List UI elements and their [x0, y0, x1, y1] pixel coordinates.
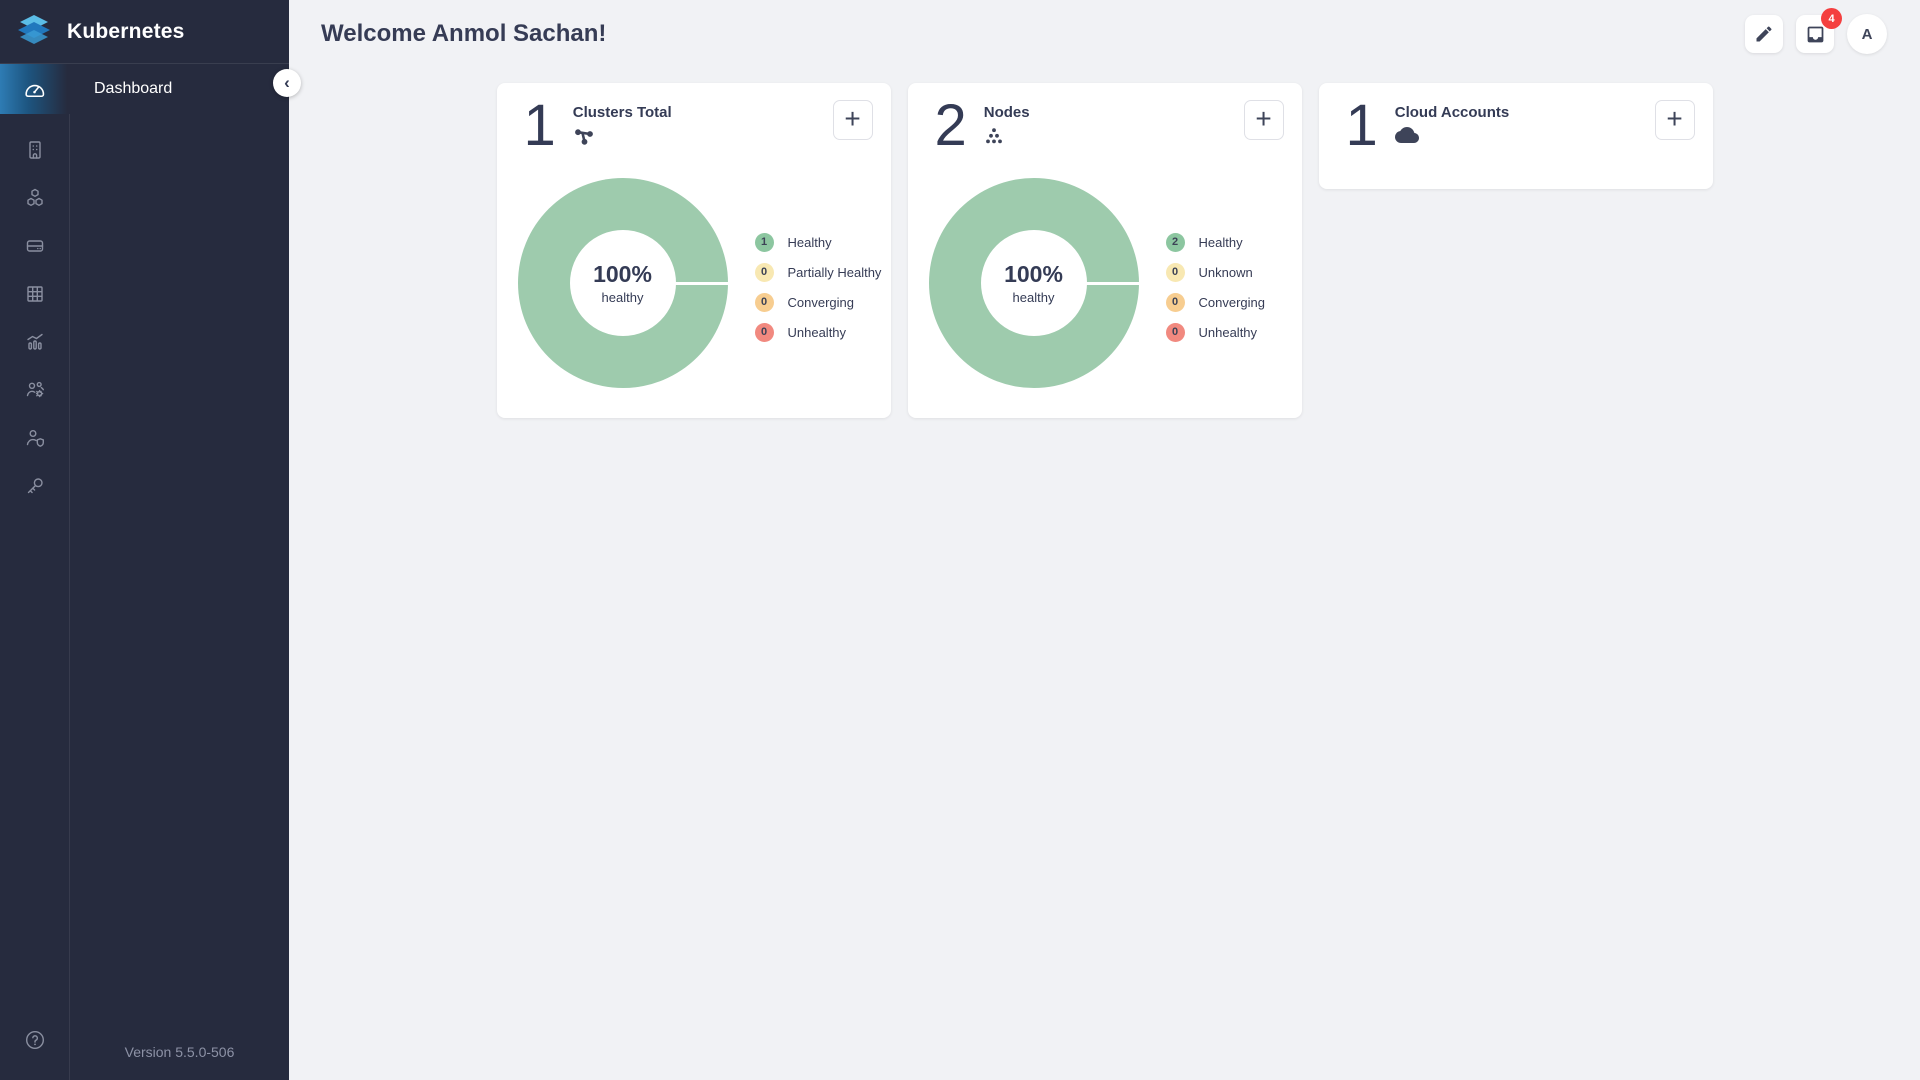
legend-count-badge: 0	[1166, 293, 1185, 312]
rail-item-help[interactable]	[0, 1016, 70, 1064]
avatar[interactable]: A	[1847, 14, 1887, 54]
users-settings-icon	[23, 378, 47, 402]
avatar-initial: A	[1862, 26, 1873, 43]
legend-row-converging: 0 Converging	[1166, 287, 1266, 317]
icon-rail	[0, 64, 70, 1080]
legend-label: Converging	[1199, 295, 1266, 310]
add-node-button[interactable]: +	[1244, 100, 1284, 140]
legend-count-badge: 0	[755, 293, 774, 312]
sidebar-panel: Dashboard Version 5.5.0-506	[70, 64, 289, 1080]
nodes-legend: 2 Healthy 0 Unknown 0 Converging 0 Unhea…	[1166, 227, 1266, 347]
plus-icon: +	[1255, 105, 1271, 133]
rail-item-clusters[interactable]	[0, 174, 70, 222]
rail-item-organization[interactable]	[0, 126, 70, 174]
donut-segment-divider	[1085, 282, 1139, 285]
nodes-card: 2 Nodes +	[908, 83, 1302, 418]
legend-label: Partially Healthy	[788, 265, 882, 280]
nodes-dots-icon	[984, 126, 1030, 151]
clusters-donut-percent: 100%	[593, 261, 652, 288]
rail-item-user-management[interactable]	[0, 366, 70, 414]
legend-count-badge: 0	[755, 263, 774, 282]
legend-label: Healthy	[788, 235, 832, 250]
help-icon	[23, 1028, 47, 1052]
pencil-icon	[1754, 24, 1774, 44]
applications-grid-icon	[23, 282, 47, 306]
legend-count-badge: 2	[1166, 233, 1185, 252]
rail-item-access-keys[interactable]	[0, 462, 70, 510]
legend-row-partially-healthy: 0 Partially Healthy	[755, 257, 882, 287]
legend-label: Converging	[788, 295, 855, 310]
nodes-donut-percent: 100%	[1004, 261, 1063, 288]
clusters-total-card: 1 Clusters Total +	[497, 83, 891, 418]
clusters-donut-label: healthy	[602, 290, 644, 305]
version-label: Version 5.5.0-506	[70, 1044, 289, 1060]
clusters-count: 1	[524, 97, 556, 155]
infrastructure-server-icon	[23, 234, 47, 258]
plus-icon: +	[844, 105, 860, 133]
notification-count-badge: 4	[1821, 8, 1842, 29]
clusters-legend: 1 Healthy 0 Partially Healthy 0 Convergi…	[755, 227, 882, 347]
nodes-donut-chart: 100% healthy	[929, 178, 1139, 388]
rail-item-applications[interactable]	[0, 270, 70, 318]
kubernetes-layers-logo-icon	[15, 15, 53, 49]
nodes-donut-label: healthy	[1013, 290, 1055, 305]
clusters-cubes-icon	[23, 186, 47, 210]
brand-header: Kubernetes	[0, 0, 289, 64]
clusters-card-title: Clusters Total	[573, 104, 672, 121]
legend-row-healthy: 2 Healthy	[1166, 227, 1266, 257]
legend-count-badge: 1	[755, 233, 774, 252]
cloud-accounts-card: 1 Cloud Accounts +	[1319, 83, 1713, 189]
legend-count-badge: 0	[755, 323, 774, 342]
cloud-icon	[1395, 126, 1509, 149]
plus-icon: +	[1666, 105, 1682, 133]
legend-label: Unhealthy	[788, 325, 847, 340]
legend-label: Healthy	[1199, 235, 1243, 250]
nodes-count: 2	[935, 97, 967, 155]
topbar: Welcome Anmol Sachan! 4 A	[289, 0, 1920, 54]
clusters-donut-chart: 100% healthy	[518, 178, 728, 388]
organization-building-icon	[23, 138, 47, 162]
analytics-chart-icon	[23, 330, 47, 354]
legend-row-converging: 0 Converging	[755, 287, 882, 317]
cluster-node-icon	[573, 126, 672, 151]
legend-row-healthy: 1 Healthy	[755, 227, 882, 257]
legend-count-badge: 0	[1166, 263, 1185, 282]
access-key-icon	[23, 474, 47, 498]
cloud-accounts-count: 1	[1346, 97, 1378, 155]
cloud-accounts-card-title: Cloud Accounts	[1395, 104, 1509, 121]
legend-row-unknown: 0 Unknown	[1166, 257, 1266, 287]
rail-item-analytics[interactable]	[0, 318, 70, 366]
sidebar-item-dashboard[interactable]: Dashboard	[70, 64, 289, 114]
summary-cards: 1 Clusters Total +	[289, 54, 1920, 418]
edit-dashboard-button[interactable]	[1745, 15, 1783, 53]
add-cluster-button[interactable]: +	[833, 100, 873, 140]
sidebar: Kubernetes	[0, 0, 289, 1080]
rail-item-identity[interactable]	[0, 414, 70, 462]
legend-label: Unhealthy	[1199, 325, 1258, 340]
legend-count-badge: 0	[1166, 323, 1185, 342]
dashboard-gauge-icon	[22, 77, 47, 102]
nodes-card-title: Nodes	[984, 104, 1030, 121]
add-cloud-account-button[interactable]: +	[1655, 100, 1695, 140]
identity-shield-icon	[23, 426, 47, 450]
topbar-actions: 4 A	[1745, 14, 1887, 54]
sidebar-item-label: Dashboard	[94, 80, 172, 98]
page-title: Welcome Anmol Sachan!	[321, 20, 606, 48]
inbox-icon	[1805, 24, 1826, 45]
brand-title: Kubernetes	[67, 20, 185, 44]
rail-item-dashboard[interactable]	[0, 64, 70, 114]
legend-row-unhealthy: 0 Unhealthy	[755, 317, 882, 347]
legend-row-unhealthy: 0 Unhealthy	[1166, 317, 1266, 347]
chevron-left-icon: ‹	[284, 74, 290, 91]
legend-label: Unknown	[1199, 265, 1253, 280]
donut-segment-divider	[674, 282, 728, 285]
rail-item-infrastructure[interactable]	[0, 222, 70, 270]
sidebar-collapse-button[interactable]: ‹	[273, 69, 301, 97]
main-content: Welcome Anmol Sachan! 4 A	[289, 0, 1920, 1080]
notifications-inbox-button[interactable]: 4	[1796, 15, 1834, 53]
